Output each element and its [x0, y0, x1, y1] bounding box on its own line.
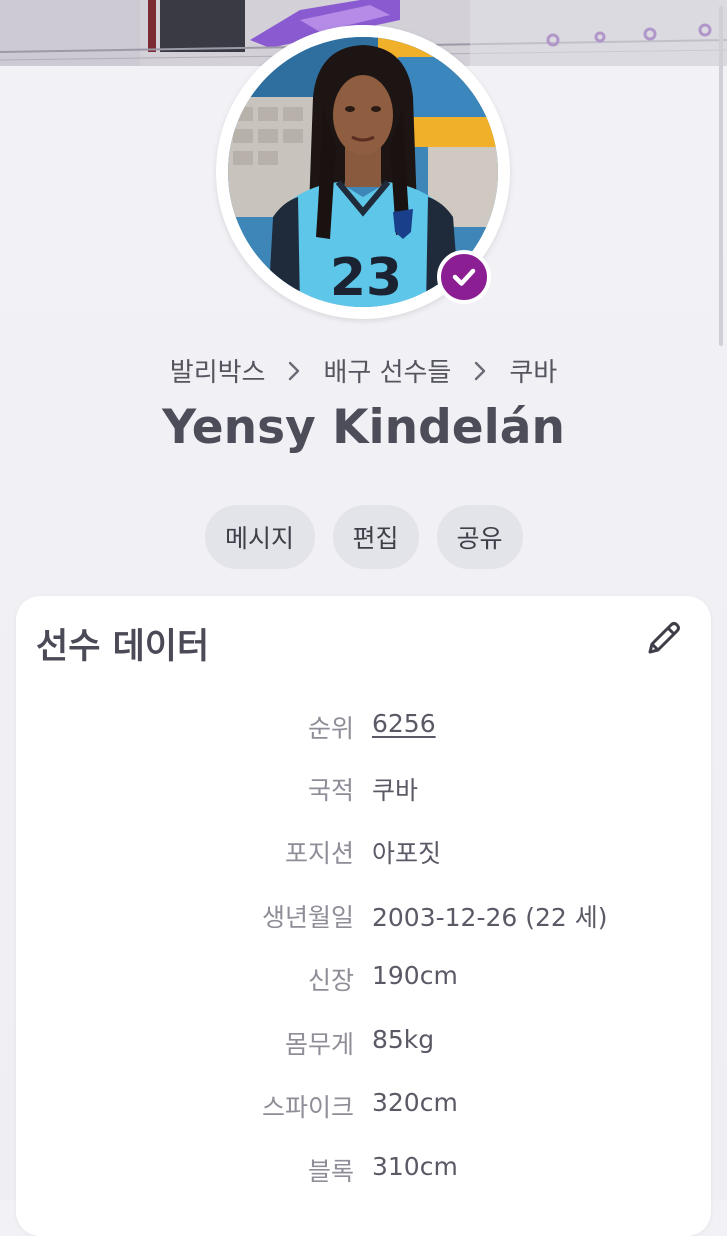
data-row-height: 신장 190cm [16, 961, 711, 1001]
row-value: 190cm [372, 961, 458, 990]
rank-link[interactable]: 6256 [372, 709, 436, 738]
breadcrumb-item-players[interactable]: 배구 선수들 [323, 352, 451, 389]
chevron-right-icon [473, 360, 487, 382]
row-value: 310cm [372, 1152, 458, 1181]
pencil-icon[interactable] [642, 616, 686, 660]
data-row-nationality: 국적 쿠바 [16, 771, 711, 811]
row-label: 신장 [307, 966, 354, 995]
row-label: 포지션 [284, 839, 354, 868]
data-row-birthdate: 생년월일 2003-12-26 (22 세) [16, 898, 711, 938]
jersey-number: 23 [330, 248, 402, 307]
chevron-right-icon [287, 360, 301, 382]
data-row-rank: 순위 6256 [16, 709, 711, 749]
row-label: 생년월일 [261, 903, 354, 932]
row-value: 85kg [372, 1025, 435, 1054]
breadcrumb: 발리박스 배구 선수들 쿠바 [0, 352, 727, 389]
row-label: 순위 [307, 714, 354, 743]
message-button[interactable]: 메시지 [204, 505, 315, 569]
data-row-spike: 스파이크 320cm [16, 1088, 711, 1128]
data-row-weight: 몸무게 85kg [16, 1025, 711, 1065]
data-row-position: 포지션 아포짓 [16, 834, 711, 874]
data-row-block: 블록 310cm [16, 1152, 711, 1192]
breadcrumb-item-country[interactable]: 쿠바 [509, 352, 557, 389]
card-title: 선수 데이터 [36, 627, 210, 667]
row-label: 블록 [307, 1157, 354, 1186]
row-value: 2003-12-26 (22 세) [372, 903, 608, 932]
breadcrumb-item-volleybox[interactable]: 발리박스 [170, 352, 266, 389]
row-label: 국적 [307, 776, 354, 805]
share-button[interactable]: 공유 [436, 505, 523, 569]
row-value: 320cm [372, 1088, 458, 1117]
player-data-card: 선수 데이터 순위 6256 국적 쿠바 포지션 아포짓 생년월일 2003-1… [16, 596, 711, 1236]
row-label: 스파이크 [261, 1093, 354, 1122]
row-value: 쿠바 [372, 776, 419, 805]
edit-button[interactable]: 편집 [332, 505, 419, 569]
action-buttons: 메시지 편집 공유 [0, 505, 727, 569]
player-name: Yensy Kindelán [162, 400, 565, 455]
verified-badge [437, 250, 491, 304]
scrollbar[interactable] [719, 6, 723, 346]
check-badge-icon [452, 268, 476, 286]
row-label: 몸무게 [284, 1030, 354, 1059]
row-value: 아포짓 [372, 839, 442, 868]
